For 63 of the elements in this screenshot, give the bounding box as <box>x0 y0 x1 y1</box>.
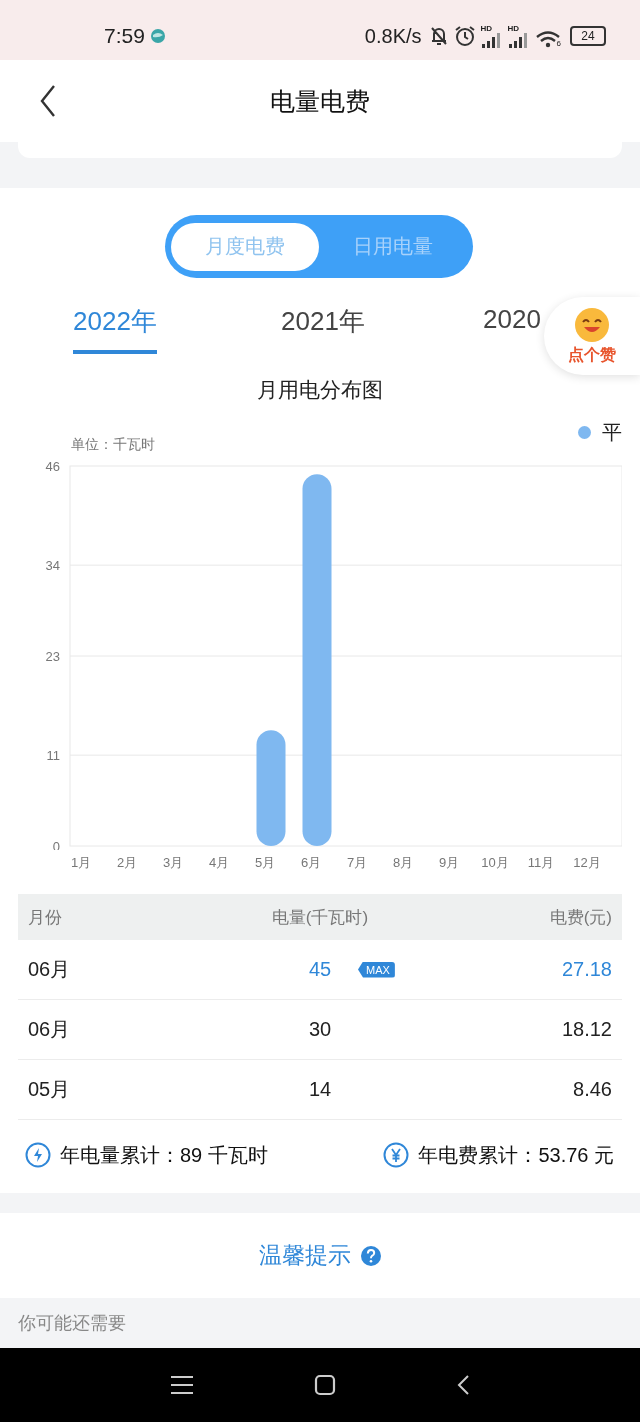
hd-label: HD <box>480 24 493 33</box>
section-heading: 你可能还需要 <box>18 1312 126 1335</box>
axis-tick-label: 4月 <box>207 854 231 872</box>
page-title: 电量电费 <box>269 85 371 117</box>
home-icon[interactable] <box>314 1374 336 1396</box>
year-tab[interactable]: 2021年 <box>281 304 365 350</box>
alarm-icon <box>453 25 476 47</box>
yen-icon <box>383 1142 410 1168</box>
table-cell-text: 06月 <box>28 1017 72 1042</box>
signal-icon <box>480 32 503 48</box>
table-cell-text: 8.46 <box>572 1078 612 1101</box>
axis-tick-label: 9月 <box>437 854 461 872</box>
max-badge: MAX <box>358 961 395 978</box>
globe-icon <box>149 28 166 44</box>
wifi-label: 6 <box>556 39 561 48</box>
column-header: 电量(千瓦时) <box>270 906 370 929</box>
back-icon[interactable] <box>456 1374 470 1396</box>
table-cell: 45 <box>308 958 332 981</box>
axis-tick-label: 1月 <box>69 854 93 872</box>
back-icon[interactable] <box>38 84 58 118</box>
like-button[interactable]: 点个赞 <box>544 297 640 375</box>
tips-link[interactable]: 温馨提示 <box>258 1240 382 1271</box>
lightning-icon <box>25 1142 51 1168</box>
table-cell: 30 <box>308 1018 332 1041</box>
unit-label: 单位：千瓦时 <box>71 436 155 454</box>
wifi-icon <box>534 30 561 48</box>
axis-tick-label: 7月 <box>345 854 369 872</box>
column-header: 月份 <box>28 906 63 929</box>
battery-level: 24 <box>581 29 595 43</box>
year-tab[interactable]: 2020 <box>483 304 541 350</box>
axis-tick-label: 10月 <box>480 854 510 872</box>
table-cell-text: 27.18 <box>560 958 612 981</box>
bell-muted-icon <box>428 25 449 47</box>
table-cell-text: 06月 <box>28 957 72 982</box>
column-header: 电费(元) <box>548 906 612 929</box>
axis-tick-label: 6月 <box>299 854 323 872</box>
axis-tick-label: 2月 <box>115 854 139 872</box>
total-summary: 年电量累计：89 千瓦时 <box>60 1142 268 1168</box>
axis-tick-label: 46 <box>45 459 60 474</box>
axis-tick-label: 23 <box>45 649 60 664</box>
year-tab[interactable]: 2022年 <box>73 304 157 354</box>
table-cell: 14 <box>308 1078 332 1101</box>
legend-label: 平 <box>602 420 622 445</box>
axis-tick-label: 12月 <box>572 854 602 872</box>
axis-tick-label: 5月 <box>253 854 277 872</box>
axis-tick-label: 34 <box>45 558 60 574</box>
axis-tick-label: 11月 <box>526 854 556 872</box>
chart-title: 月用电分布图 <box>256 377 384 403</box>
axis-tick-label: 8月 <box>391 854 415 872</box>
smiley-icon <box>574 306 610 343</box>
mode-tab[interactable]: 月度电费 <box>171 222 319 271</box>
axis-tick-label: 3月 <box>161 854 185 872</box>
network-speed: 0.8K/s <box>364 24 422 48</box>
like-label: 点个赞 <box>568 344 616 365</box>
table-cell-text: 18.12 <box>560 1018 612 1041</box>
clock-time: 7:59 <box>104 24 145 48</box>
table-cell-text: 05月 <box>28 1077 72 1102</box>
total-summary: 年电费累计：53.76 元 <box>418 1142 614 1168</box>
help-icon <box>359 1244 382 1267</box>
menu-icon[interactable] <box>170 1375 194 1395</box>
hd-label: HD <box>507 24 520 33</box>
axis-tick-label: 11 <box>46 748 60 764</box>
signal-icon <box>507 32 530 48</box>
